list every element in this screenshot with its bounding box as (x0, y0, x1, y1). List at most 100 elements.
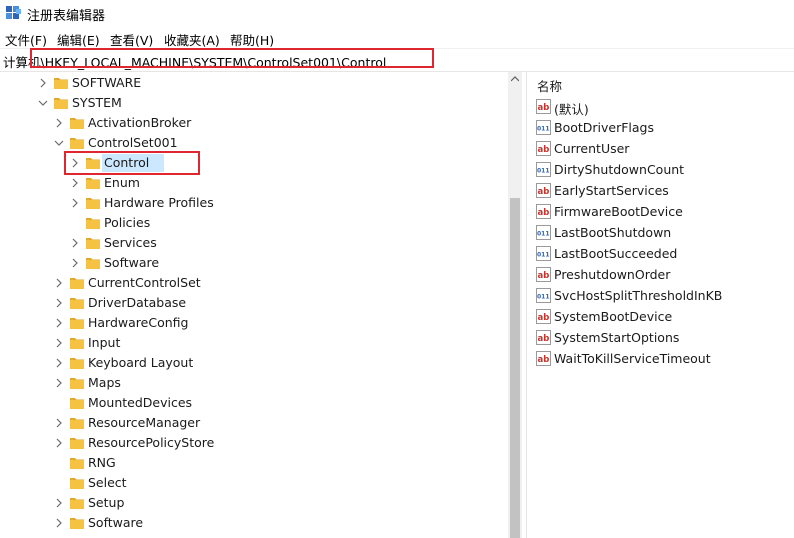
folder-icon (70, 318, 84, 329)
value-name: WaitToKillServiceTimeout (554, 351, 711, 366)
tree-item[interactable]: Software (53, 513, 508, 533)
chevron-right-icon[interactable] (53, 277, 65, 289)
scroll-up-arrow-icon[interactable] (511, 76, 519, 82)
address-bar[interactable]: 计算机\HKEY_LOCAL_MACHINE\SYSTEM\ControlSet… (0, 48, 794, 72)
binary-value-icon: 011 (536, 288, 551, 303)
menu-help[interactable]: 帮助(H) (230, 30, 274, 49)
tree-item[interactable]: Services (69, 233, 508, 253)
chevron-right-icon[interactable] (53, 117, 65, 129)
folder-icon (86, 238, 100, 249)
chevron-right-icon[interactable] (53, 517, 65, 529)
tree-item-label: Software (88, 515, 144, 530)
tree-item[interactable]: Policies (69, 213, 508, 233)
binary-value-icon: 011 (536, 120, 551, 135)
folder-icon (86, 218, 100, 229)
key-tree[interactable]: SOFTWARE SYSTEM ActivationBroker ControlSet… (0, 72, 508, 538)
value-name: LastBootSucceeded (554, 246, 678, 261)
chevron-down-icon[interactable] (53, 137, 65, 149)
svg-text:ab: ab (538, 271, 550, 281)
tree-item[interactable]: SYSTEM (37, 93, 508, 113)
tree-item-label: MountedDevices (88, 395, 193, 410)
value-name: CurrentUser (554, 141, 630, 156)
tree-item-label: Keyboard Layout (88, 355, 194, 370)
chevron-right-icon[interactable] (69, 237, 81, 249)
chevron-right-icon[interactable] (53, 297, 65, 309)
chevron-right-icon[interactable] (53, 337, 65, 349)
chevron-down-icon[interactable] (37, 97, 49, 109)
value-name: SystemBootDevice (554, 309, 673, 324)
chevron-right-icon[interactable] (53, 417, 65, 429)
chevron-right-icon[interactable] (53, 497, 65, 509)
window-title: 注册表编辑器 (27, 9, 106, 24)
tree-item[interactable]: Control (69, 153, 508, 173)
chevron-right-icon[interactable] (69, 177, 81, 189)
tree-item[interactable]: Software (69, 253, 508, 273)
menu-favorites[interactable]: 收藏夹(A) (164, 30, 220, 49)
value-name: DirtyShutdownCount (554, 162, 685, 177)
tree-item[interactable]: Setup (53, 493, 508, 513)
tree-item[interactable]: ResourcePolicyStore (53, 433, 508, 453)
menu-file[interactable]: 文件(F) (5, 30, 47, 49)
tree-item[interactable]: Keyboard Layout (53, 353, 508, 373)
tree-item[interactable]: SOFTWARE (37, 73, 508, 93)
tree-item-label: HardwareConfig (88, 315, 189, 330)
string-value-icon: ab (536, 183, 551, 198)
tree-item-label: RNG (88, 455, 116, 470)
tree-item[interactable]: RNG (53, 453, 508, 473)
chevron-right-icon[interactable] (53, 357, 65, 369)
tree-item[interactable]: ControlSet001 (53, 133, 508, 153)
tree-item-label: DriverDatabase (88, 295, 187, 310)
chevron-right-icon[interactable] (69, 157, 81, 169)
chevron-right-icon[interactable] (69, 197, 81, 209)
svg-text:ab: ab (538, 145, 550, 155)
tree-item[interactable]: Input (53, 333, 508, 353)
value-name: PreshutdownOrder (554, 267, 671, 282)
value-name: FirmwareBootDevice (554, 204, 683, 219)
folder-icon (70, 498, 84, 509)
menu-view[interactable]: 查看(V) (110, 30, 153, 49)
tree-scrollbar[interactable] (508, 72, 522, 538)
tree-item-label: Software (104, 255, 160, 270)
value-name: EarlyStartServices (554, 183, 669, 198)
chevron-right-icon[interactable] (53, 437, 65, 449)
folder-icon (70, 458, 84, 469)
tree-item-label: Setup (88, 495, 125, 510)
binary-value-icon: 011 (536, 246, 551, 261)
folder-icon (86, 178, 100, 189)
tree-item-label: CurrentControlSet (88, 275, 201, 290)
chevron-right-icon[interactable] (53, 317, 65, 329)
chevron-right-icon[interactable] (69, 257, 81, 269)
tree-item[interactable]: CurrentControlSet (53, 273, 508, 293)
tree-item[interactable]: Enum (69, 173, 508, 193)
tree-item[interactable]: Select (53, 473, 508, 493)
tree-item-label: SOFTWARE (72, 75, 142, 90)
folder-icon (70, 478, 84, 489)
menu-edit[interactable]: 编辑(E) (57, 30, 100, 49)
tree-item[interactable]: DriverDatabase (53, 293, 508, 313)
string-value-icon: ab (536, 99, 551, 114)
tree-item-label: ResourceManager (88, 415, 201, 430)
tree-item[interactable]: Hardware Profiles (69, 193, 508, 213)
address-path[interactable]: 计算机\HKEY_LOCAL_MACHINE\SYSTEM\ControlSet… (3, 52, 386, 71)
folder-icon (86, 158, 100, 169)
folder-icon (54, 98, 68, 109)
tree-item-label: ActivationBroker (88, 115, 192, 130)
chevron-right-icon[interactable] (53, 377, 65, 389)
folder-icon (70, 518, 84, 529)
registry-editor-icon (6, 6, 21, 19)
tree-item[interactable]: HardwareConfig (53, 313, 508, 333)
folder-icon (86, 198, 100, 209)
svg-text:ab: ab (538, 355, 550, 365)
svg-text:ab: ab (538, 187, 550, 197)
scrollbar-thumb[interactable] (510, 198, 520, 538)
tree-item[interactable]: ResourceManager (53, 413, 508, 433)
chevron-right-icon[interactable] (37, 77, 49, 89)
name-column-header[interactable]: 名称 (537, 76, 562, 95)
tree-item[interactable]: MountedDevices (53, 393, 508, 413)
string-value-icon: ab (536, 267, 551, 282)
string-value-icon: ab (536, 141, 551, 156)
tree-item[interactable]: ActivationBroker (53, 113, 508, 133)
svg-text:ab: ab (538, 208, 550, 218)
svg-text:011: 011 (537, 294, 550, 301)
tree-item[interactable]: Maps (53, 373, 508, 393)
